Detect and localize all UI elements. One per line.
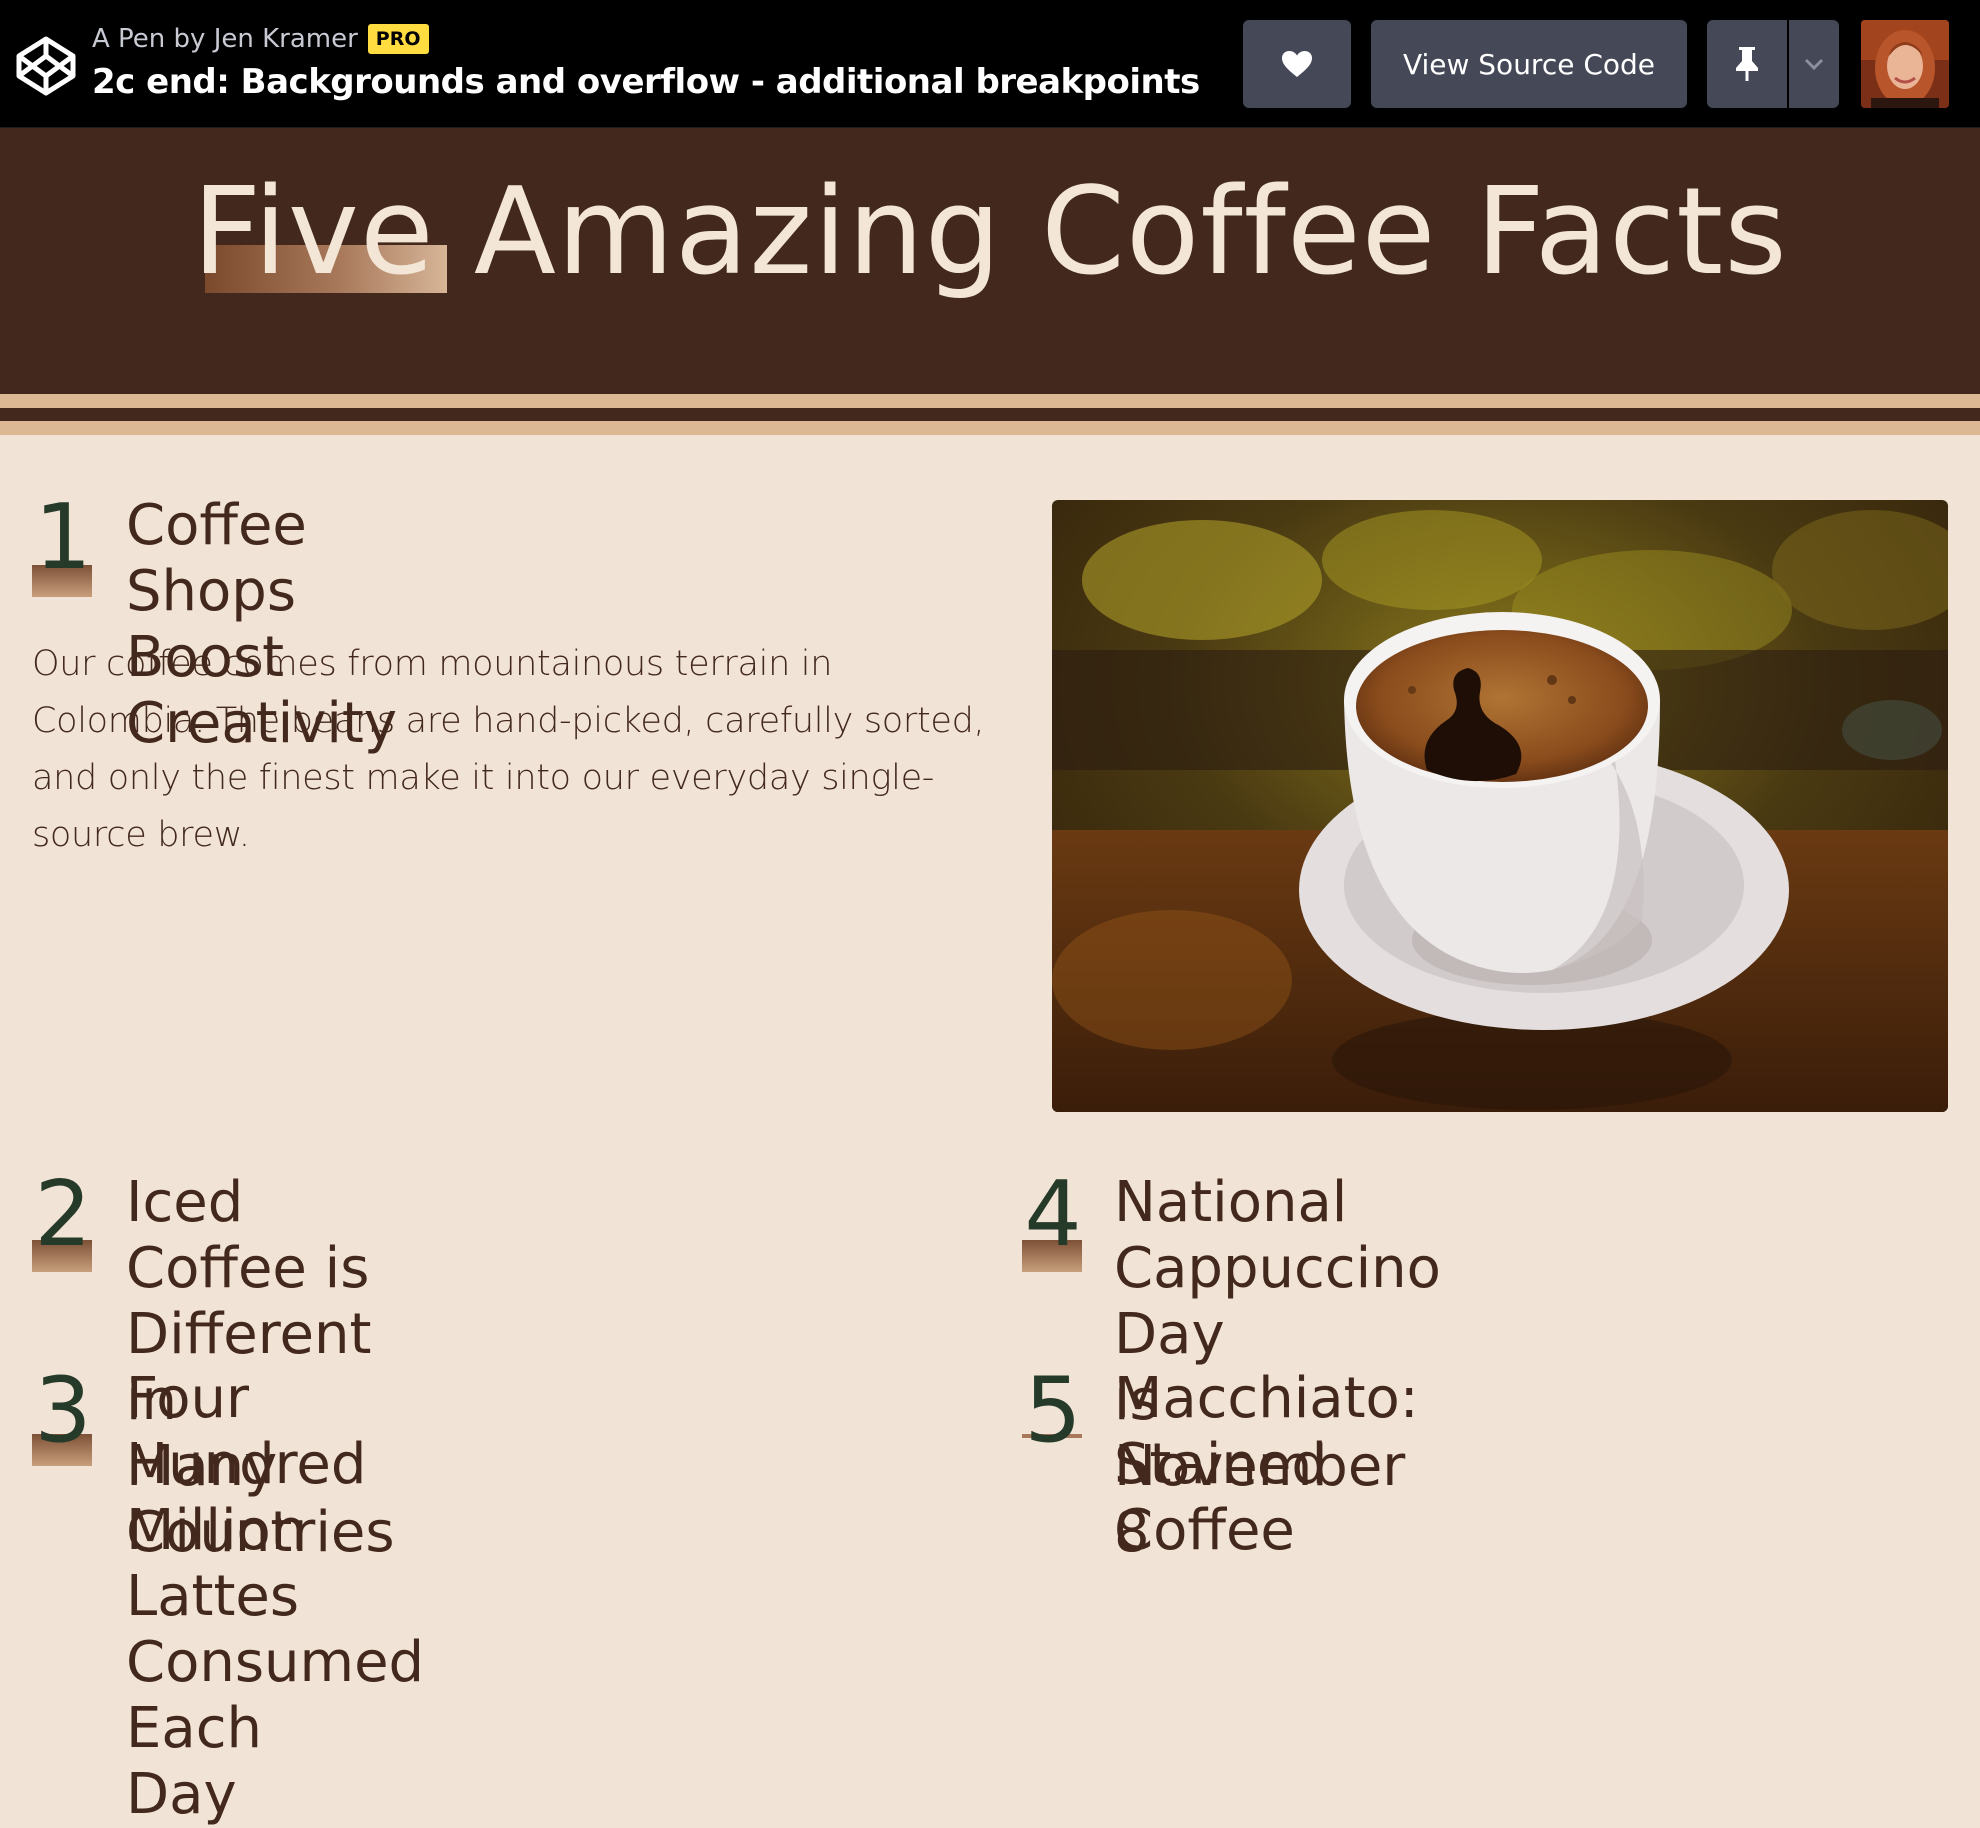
- coffee-image: [1052, 500, 1948, 1112]
- like-button[interactable]: [1243, 20, 1351, 108]
- author-avatar[interactable]: [1861, 20, 1949, 108]
- fact-number: 3: [34, 1358, 92, 1463]
- view-source-button[interactable]: View Source Code: [1371, 20, 1687, 108]
- page-title: Five Amazing Coffee Facts: [192, 163, 1788, 302]
- page-header: Five Amazing Coffee Facts: [0, 128, 1980, 394]
- header-stripe-light: [0, 421, 1980, 435]
- fact-number: 1: [34, 485, 92, 590]
- coffee-cup-photo: [1052, 500, 1948, 1112]
- fact-number: 2: [34, 1162, 92, 1267]
- chevron-down-icon: [1804, 58, 1824, 70]
- fact-title-line: National Cappuccino Day: [1114, 1170, 1441, 1367]
- pen-author-line: A Pen by Jen Kramer PRO: [92, 24, 429, 54]
- fact-number: 5: [1024, 1358, 1082, 1463]
- heart-icon: [1282, 51, 1312, 77]
- pro-badge: PRO: [367, 24, 429, 54]
- pen-title: 2c end: Backgrounds and overflow - addit…: [92, 62, 1200, 102]
- fact-title-line: Macchiato: Stained Coffee: [1114, 1366, 1419, 1563]
- fact-title: Macchiato: Stained Coffee: [1114, 1366, 1419, 1564]
- header-stripe-light: [0, 394, 1980, 408]
- codepen-header-bar: A Pen by Jen Kramer PRO 2c end: Backgrou…: [0, 0, 1980, 128]
- pin-menu-button[interactable]: [1789, 20, 1839, 108]
- fact-title-line: Day: [126, 1762, 237, 1827]
- fact-description: Our coffee comes from mountainous terrai…: [32, 644, 985, 855]
- fact-number: 4: [1024, 1162, 1082, 1267]
- fact-title-line: Four Hundred Million: [126, 1366, 367, 1563]
- pin-icon: [1736, 47, 1758, 81]
- codepen-logo-icon[interactable]: [15, 35, 77, 97]
- pen-author-text[interactable]: A Pen by Jen Kramer: [92, 24, 358, 54]
- header-stripe-dark: [0, 408, 1980, 421]
- avatar-image: [1861, 20, 1949, 108]
- fact-title: Four Hundred Million Lattes Consumed Eac…: [126, 1366, 424, 1828]
- pin-button[interactable]: [1707, 20, 1787, 108]
- fact-title-line: Lattes Consumed Each: [126, 1564, 425, 1761]
